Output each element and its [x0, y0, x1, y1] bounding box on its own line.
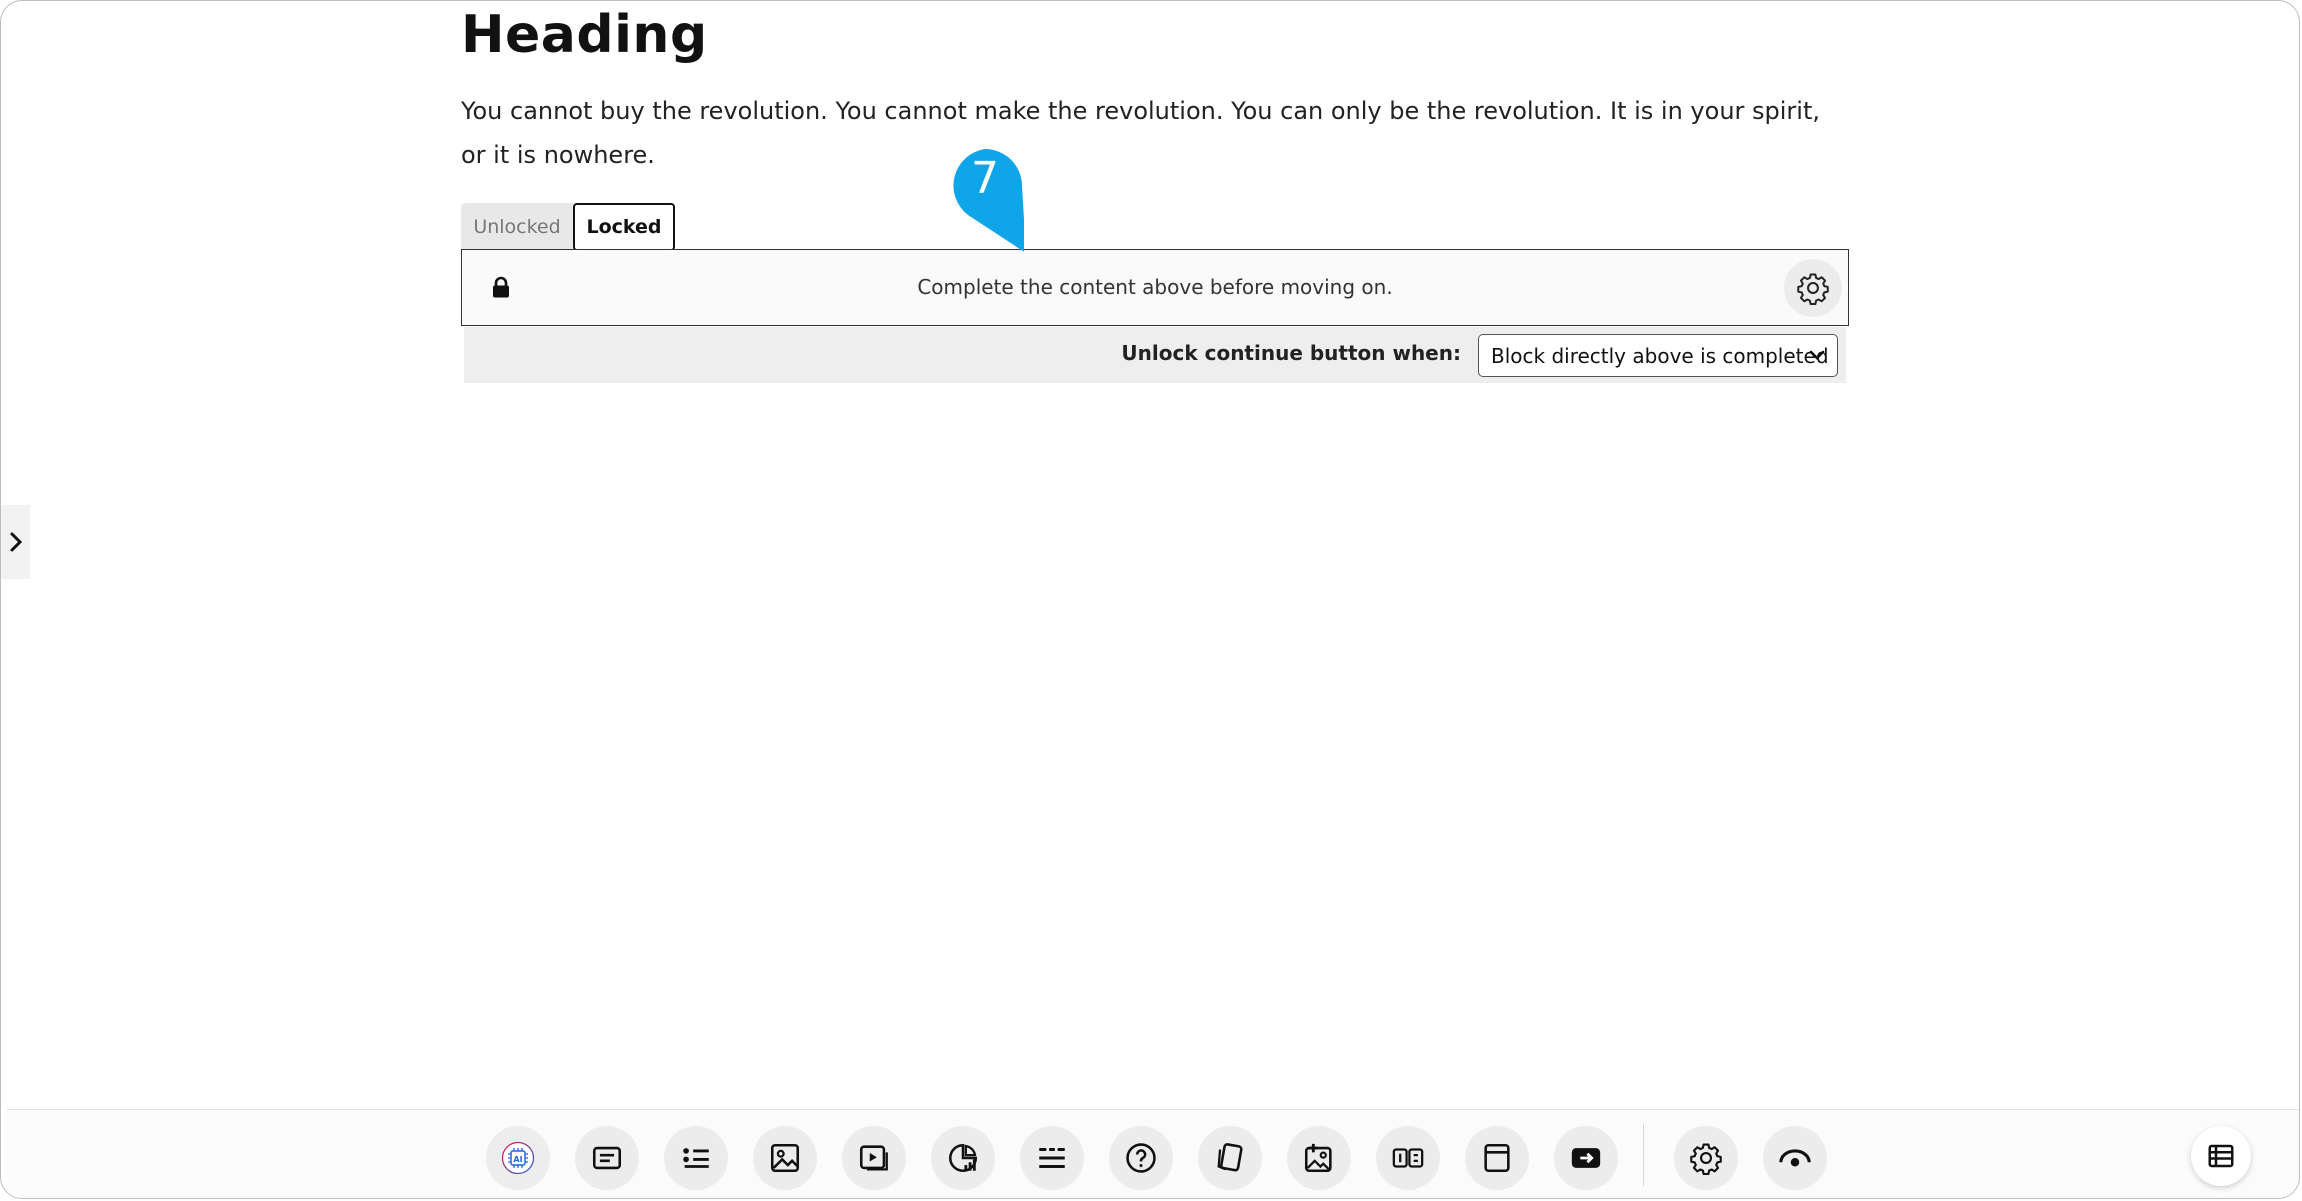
ai-chip-icon: AI	[501, 1141, 535, 1175]
body-paragraph[interactable]: You cannot buy the revolution. You canno…	[461, 89, 1849, 177]
chevron-right-icon	[10, 532, 22, 552]
outline-list-icon	[2208, 1144, 2234, 1168]
compare-block-button[interactable]	[1376, 1126, 1440, 1190]
tab-unlocked[interactable]: Unlocked	[461, 203, 573, 251]
unlock-condition-bar: Unlock continue button when: Block direc…	[464, 327, 1846, 383]
divider-block-button[interactable]	[1020, 1126, 1084, 1190]
preview-button[interactable]	[1763, 1126, 1827, 1190]
image-block-button[interactable]	[753, 1126, 817, 1190]
gear-icon	[1690, 1143, 1722, 1175]
text-block-button[interactable]	[575, 1126, 639, 1190]
list-block-button[interactable]	[664, 1126, 728, 1190]
block-settings-button[interactable]	[1784, 259, 1842, 317]
callout-number: 7	[971, 153, 999, 204]
lock-message: Complete the content above before moving…	[917, 275, 1393, 299]
tab-locked[interactable]: Locked	[573, 203, 675, 251]
add-image-block-button[interactable]	[1287, 1126, 1351, 1190]
video-block-button[interactable]	[842, 1126, 906, 1190]
block-toolbar: AI	[7, 1109, 2299, 1198]
flashcard-block-button[interactable]	[1198, 1126, 1262, 1190]
list-icon	[683, 1148, 709, 1168]
image-icon	[770, 1143, 800, 1173]
window-block-button[interactable]	[1465, 1126, 1529, 1190]
compare-icon	[1392, 1148, 1424, 1168]
toolbar-divider	[1643, 1124, 1644, 1186]
question-icon	[1126, 1143, 1156, 1173]
continue-lock-block: Complete the content above before moving…	[461, 249, 1849, 326]
divider-icon	[1039, 1147, 1065, 1169]
gear-icon	[1797, 273, 1829, 305]
continue-block-button[interactable]	[1554, 1126, 1618, 1190]
window-icon	[1484, 1143, 1510, 1173]
preview-eye-icon	[1779, 1149, 1811, 1167]
unlock-condition-value: Block directly above is completed	[1491, 343, 1829, 368]
chart-icon	[948, 1143, 978, 1173]
lock-state-tabs: Unlocked Locked	[461, 203, 675, 251]
settings-button[interactable]	[1674, 1126, 1738, 1190]
question-block-button[interactable]	[1109, 1126, 1173, 1190]
sidebar-expand-toggle[interactable]	[1, 505, 30, 579]
chart-block-button[interactable]	[931, 1126, 995, 1190]
text-block-icon	[592, 1146, 622, 1170]
ai-button[interactable]: AI	[486, 1126, 550, 1190]
unlock-condition-label: Unlock continue button when:	[1121, 341, 1461, 365]
app-window: Heading You cannot buy the revolution. Y…	[0, 0, 2300, 1199]
outline-button[interactable]	[2191, 1126, 2251, 1186]
chevron-down-icon	[1809, 350, 1825, 360]
video-icon	[859, 1145, 888, 1171]
flashcard-icon	[1217, 1143, 1243, 1172]
unlock-condition-select[interactable]: Block directly above is completed	[1478, 334, 1838, 377]
add-image-icon	[1304, 1143, 1332, 1173]
page-heading[interactable]: Heading	[461, 5, 708, 65]
continue-icon	[1571, 1148, 1601, 1168]
svg-text:AI: AI	[513, 1155, 522, 1164]
